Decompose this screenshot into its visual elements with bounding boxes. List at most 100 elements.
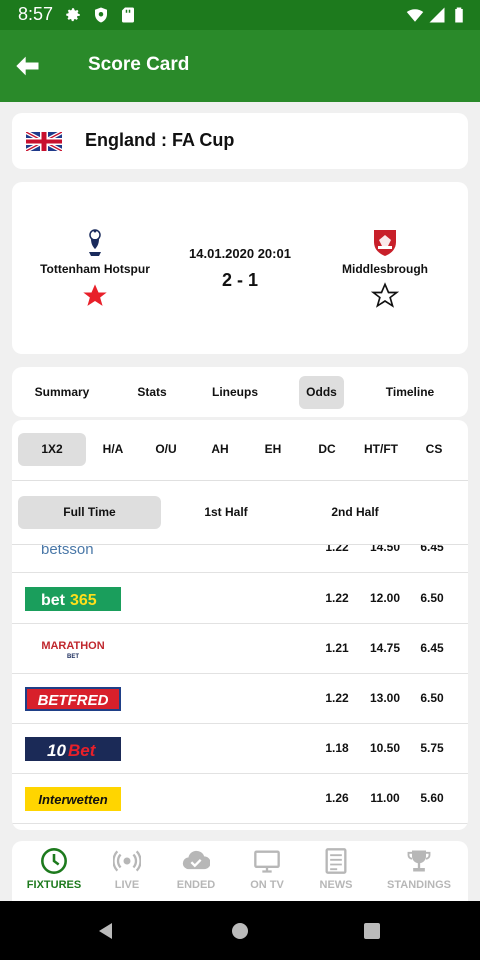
odds-draw[interactable]: 12.00 <box>360 591 410 605</box>
svg-text:10: 10 <box>47 741 66 760</box>
svg-text:betsson: betsson <box>41 545 94 558</box>
period-1st-half[interactable]: 1st Half <box>183 496 269 529</box>
odds-away[interactable]: 6.45 <box>407 545 457 554</box>
market-ou[interactable]: O/U <box>144 433 188 466</box>
odds-away[interactable]: 5.60 <box>407 791 457 805</box>
odds-card: 1X2 H/A O/U AH EH DC HT/FT CS Full Time … <box>12 420 468 830</box>
tab-timeline[interactable]: Timeline <box>374 376 446 409</box>
clock-icon <box>41 848 67 874</box>
svg-text:MARATHON: MARATHON <box>41 640 104 652</box>
favorite-star-outline-icon[interactable] <box>371 282 399 310</box>
system-home-icon[interactable] <box>230 921 250 941</box>
svg-text:BET: BET <box>67 654 79 660</box>
competition-title: England : FA Cup <box>85 130 235 150</box>
sd-card-icon <box>122 7 134 23</box>
tab-summary[interactable]: Summary <box>26 376 98 409</box>
odds-away[interactable]: 6.50 <box>407 591 457 605</box>
bookmaker-row-interwetten[interactable]: Interwetten 1.26 11.00 5.60 <box>12 774 468 824</box>
system-recents-icon[interactable] <box>362 921 382 941</box>
settings-gear-icon <box>66 8 80 22</box>
nav-standings[interactable]: STANDINGS <box>381 847 457 891</box>
nav-ontv[interactable]: ON TV <box>229 847 305 891</box>
tab-odds[interactable]: Odds <box>299 376 344 409</box>
odds-home[interactable]: 1.22 <box>312 691 362 705</box>
bookmaker-row-betsson[interactable]: betsson 1.22 14.50 6.45 <box>12 545 468 573</box>
odds-draw[interactable]: 10.50 <box>360 741 410 755</box>
wifi-icon <box>406 9 424 22</box>
nav-ended[interactable]: ENDED <box>158 847 234 891</box>
odds-home[interactable]: 1.22 <box>312 545 362 554</box>
status-bar: 8:57 <box>0 0 480 30</box>
favorite-star-filled-icon[interactable] <box>81 282 109 310</box>
betsson-logo-icon: betsson <box>41 545 94 558</box>
odds-home[interactable]: 1.18 <box>312 741 362 755</box>
away-team[interactable]: Middlesbrough <box>320 226 450 310</box>
odds-home[interactable]: 1.22 <box>312 591 362 605</box>
svg-text:BETFRED: BETFRED <box>38 692 109 709</box>
odds-list[interactable]: betsson 1.22 14.50 6.45 bet 365 1.22 12.… <box>12 545 468 830</box>
system-back-icon[interactable] <box>96 921 116 941</box>
newspaper-icon <box>325 848 347 874</box>
match-card: Tottenham Hotspur 14.01.2020 20:01 2 - 1… <box>12 182 468 354</box>
nav-ontv-label: ON TV <box>250 879 284 891</box>
nav-news-label: NEWS <box>319 879 353 891</box>
bookmaker-row-bet365[interactable]: bet 365 1.22 12.00 6.50 <box>12 574 468 624</box>
away-team-crest-icon <box>374 230 396 256</box>
match-score: 2 - 1 <box>221 270 259 290</box>
home-team-crest-icon <box>89 229 101 256</box>
market-dc[interactable]: DC <box>305 433 349 466</box>
odds-away[interactable]: 6.45 <box>407 641 457 655</box>
bet365-logo-icon: bet 365 <box>25 587 121 611</box>
nav-fixtures[interactable]: FIXTURES <box>16 847 92 891</box>
market-1x2[interactable]: 1X2 <box>18 433 86 466</box>
nav-ended-label: ENDED <box>176 879 216 891</box>
odds-home[interactable]: 1.21 <box>312 641 362 655</box>
status-time: 8:57 <box>18 4 54 24</box>
nav-fixtures-label: FIXTURES <box>26 879 82 891</box>
bookmaker-row-marathonbet[interactable]: MARATHON BET 1.21 14.75 6.45 <box>12 624 468 674</box>
tv-icon <box>254 850 280 873</box>
svg-text:Interwetten: Interwetten <box>38 792 107 807</box>
back-arrow-icon[interactable] <box>14 52 42 80</box>
shield-icon <box>95 7 107 23</box>
odds-draw[interactable]: 11.00 <box>360 791 410 805</box>
odds-home[interactable]: 1.26 <box>312 791 362 805</box>
svg-text:bet: bet <box>41 592 66 609</box>
period-full-time[interactable]: Full Time <box>18 496 161 529</box>
home-team[interactable]: Tottenham Hotspur <box>30 226 160 310</box>
market-htft[interactable]: HT/FT <box>356 433 406 466</box>
market-ha[interactable]: H/A <box>91 433 135 466</box>
cloud-check-icon <box>182 850 210 870</box>
svg-text:365: 365 <box>70 592 97 609</box>
divider <box>12 480 468 481</box>
competition-card[interactable]: England : FA Cup <box>12 113 468 169</box>
odds-draw[interactable]: 13.00 <box>360 691 410 705</box>
bookmaker-row-betfred[interactable]: BETFRED 1.22 13.00 6.50 <box>12 674 468 724</box>
live-broadcast-icon <box>113 850 141 872</box>
tab-stats[interactable]: Stats <box>121 376 183 409</box>
svg-text:Bet: Bet <box>68 741 97 760</box>
tab-lineups[interactable]: Lineups <box>202 376 268 409</box>
period-2nd-half[interactable]: 2nd Half <box>312 496 398 529</box>
bookmaker-row-10bet[interactable]: 10 Bet 1.18 10.50 5.75 <box>12 724 468 774</box>
match-datetime: 14.01.2020 20:01 <box>189 246 291 261</box>
betfred-logo-icon: BETFRED <box>25 687 121 711</box>
market-cs[interactable]: CS <box>412 433 456 466</box>
nav-news[interactable]: NEWS <box>298 847 374 891</box>
market-ah[interactable]: AH <box>198 433 242 466</box>
market-eh[interactable]: EH <box>251 433 295 466</box>
bottom-nav: FIXTURES LIVE ENDED ON TV NEWS STANDINGS <box>12 841 468 901</box>
nav-standings-label: STANDINGS <box>387 879 451 891</box>
interwetten-logo-icon: Interwetten <box>25 787 121 811</box>
10bet-logo-icon: 10 Bet <box>25 737 121 761</box>
odds-draw[interactable]: 14.50 <box>360 545 410 554</box>
odds-away[interactable]: 6.50 <box>407 691 457 705</box>
page-title: Score Card <box>88 54 190 75</box>
odds-draw[interactable]: 14.75 <box>360 641 410 655</box>
nav-live[interactable]: LIVE <box>89 847 165 891</box>
uk-flag-icon <box>26 132 62 151</box>
system-nav-bar <box>0 901 480 960</box>
home-team-name: Tottenham Hotspur <box>40 262 150 276</box>
battery-icon <box>455 7 463 23</box>
odds-away[interactable]: 5.75 <box>407 741 457 755</box>
